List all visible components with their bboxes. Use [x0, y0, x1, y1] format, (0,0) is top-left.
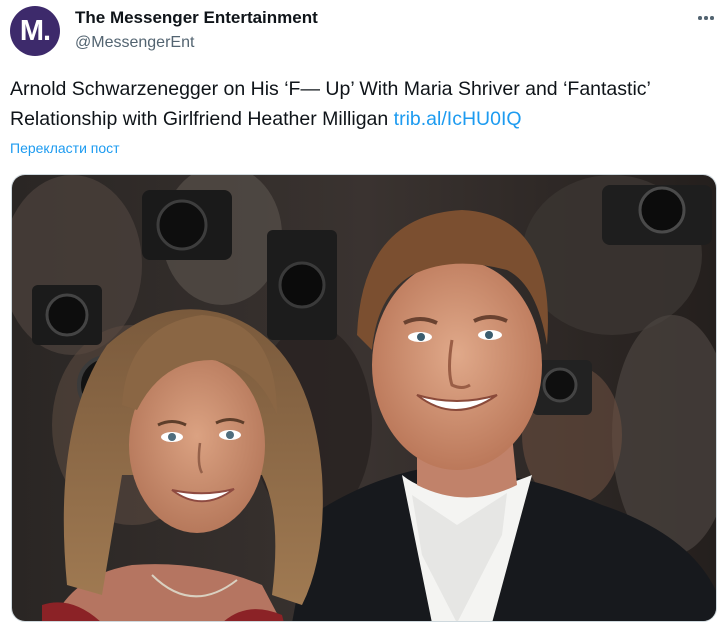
tweet-text: Arnold Schwarzenegger on His ‘F— Up’ Wit… — [10, 74, 715, 134]
author-display-name[interactable]: The Messenger Entertainment — [75, 8, 318, 28]
avatar-logo-text: M. — [19, 14, 51, 47]
author-handle[interactable]: @MessengerEnt — [75, 34, 194, 52]
translate-post-link[interactable]: Перекласти пост — [10, 140, 120, 156]
tweet[interactable]: M. The Messenger Entertainment @Messenge… — [0, 0, 722, 626]
dot — [698, 16, 702, 20]
tweet-link[interactable]: trib.al/IcHU0IQ — [394, 108, 522, 130]
tweet-body: Arnold Schwarzenegger on His ‘F— Up’ Wit… — [10, 78, 651, 130]
dot — [710, 16, 714, 20]
tweet-photo[interactable] — [11, 174, 717, 622]
dot — [704, 16, 708, 20]
author-avatar[interactable]: M. — [10, 6, 60, 56]
more-options-icon[interactable] — [694, 6, 718, 30]
photo-image — [12, 175, 716, 621]
